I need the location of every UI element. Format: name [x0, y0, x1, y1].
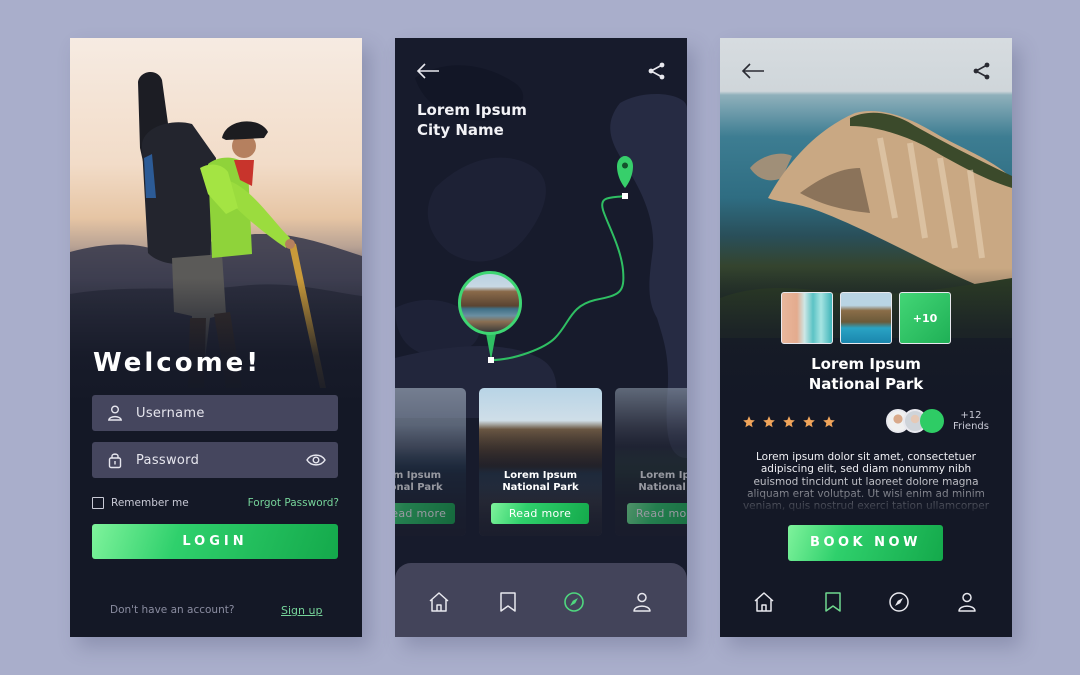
user-icon[interactable]	[956, 591, 978, 613]
user-icon	[107, 405, 123, 421]
remember-me-checkbox[interactable]	[92, 497, 104, 509]
lock-icon	[108, 453, 122, 469]
book-now-button[interactable]: BOOK NOW	[788, 525, 943, 561]
home-icon[interactable]	[428, 591, 450, 613]
share-icon[interactable]	[970, 62, 994, 80]
place-card-title: Lorem Ipsum National Park	[395, 470, 443, 493]
bookmark-icon[interactable]	[497, 591, 519, 613]
place-card[interactable]: Lorem Ipsum National Park Read more	[615, 388, 687, 536]
park-description: Lorem ipsum dolor sit amet, consectetuer…	[742, 451, 990, 513]
friends-group[interactable]: +12 Friends	[886, 409, 989, 433]
end-point	[622, 193, 628, 199]
place-card-title: Lorem Ipsum National Park	[638, 470, 687, 493]
login-screen: Welcome! Username Password Remember me F…	[70, 38, 362, 637]
read-more-button[interactable]: Read more	[491, 503, 589, 524]
forgot-password-link[interactable]: Forgot Password?	[248, 497, 339, 509]
password-placeholder: Password	[136, 452, 200, 468]
read-more-button[interactable]: Read more	[395, 503, 455, 524]
hero-fade	[70, 278, 362, 408]
remember-me[interactable]: Remember me	[92, 497, 189, 509]
place-card-title: Lorem Ipsum National Park	[502, 470, 579, 493]
password-field[interactable]: Password	[92, 442, 338, 478]
username-field[interactable]: Username	[92, 395, 338, 431]
location-photo-marker[interactable]	[458, 271, 522, 335]
bottom-nav	[395, 563, 687, 637]
photo-thumbnail[interactable]	[781, 292, 833, 344]
friend-avatar	[920, 409, 944, 433]
compass-icon[interactable]	[563, 591, 585, 613]
start-point	[488, 357, 494, 363]
compass-icon[interactable]	[888, 591, 910, 613]
photo-thumbnails: +10	[781, 292, 951, 344]
hiker-hero-image	[70, 38, 362, 408]
place-card-active[interactable]: Lorem Ipsum National Park Read more	[479, 388, 602, 536]
star-icon	[823, 416, 835, 428]
user-icon[interactable]	[631, 591, 653, 613]
username-placeholder: Username	[136, 405, 205, 421]
sign-up-link[interactable]: Sign up	[281, 604, 322, 617]
star-icon	[783, 416, 795, 428]
eye-icon[interactable]	[306, 453, 326, 467]
photo-thumbnail[interactable]	[840, 292, 892, 344]
route-path	[485, 156, 633, 363]
more-photos-button[interactable]: +10	[899, 292, 951, 344]
star-icon	[763, 416, 775, 428]
remember-me-label: Remember me	[111, 497, 189, 509]
rating-stars	[742, 415, 836, 429]
place-card[interactable]: Lorem Ipsum National Park Read more	[395, 388, 466, 536]
star-icon	[803, 416, 815, 428]
read-more-button[interactable]: Read more	[627, 503, 687, 524]
bookmark-icon[interactable]	[822, 591, 844, 613]
park-title: Lorem Ipsum National Park	[720, 354, 1012, 394]
park-title-line2: National Park	[808, 375, 924, 393]
welcome-heading: Welcome!	[93, 348, 262, 378]
arrow-left-icon[interactable]	[741, 62, 765, 80]
detail-screen: +10 Lorem Ipsum National Park +12 Friend…	[720, 38, 1012, 637]
login-button[interactable]: LOGIN	[92, 524, 338, 559]
no-account-text: Don't have an account?	[110, 604, 235, 616]
home-icon[interactable]	[753, 591, 775, 613]
location-pin-icon	[617, 156, 633, 188]
park-title-line1: Lorem Ipsum	[811, 355, 921, 373]
star-icon	[743, 416, 755, 428]
friends-count: +12 Friends	[953, 410, 989, 432]
map-screen: Lorem Ipsum City Name Lorem Ipsum Nation…	[395, 38, 687, 637]
